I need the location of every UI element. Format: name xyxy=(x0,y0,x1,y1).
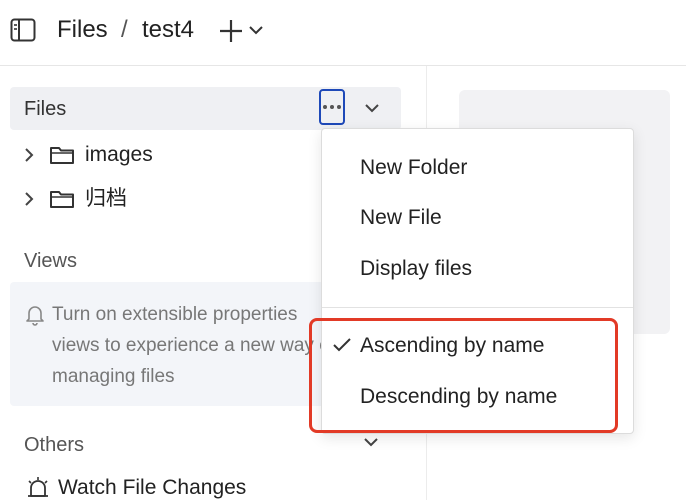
more-icon-dot xyxy=(330,105,334,109)
menu-item-label: New File xyxy=(360,206,442,229)
chevron-right-icon[interactable] xyxy=(22,147,36,163)
menu-divider xyxy=(322,307,633,308)
sidebar-toggle-icon[interactable] xyxy=(10,18,36,42)
files-section-title: Files xyxy=(24,98,67,120)
more-icon-dot xyxy=(337,105,341,109)
views-section-title: Views xyxy=(24,250,77,272)
add-dropdown-button[interactable] xyxy=(219,17,267,45)
top-bar: Files / test4 xyxy=(0,0,686,66)
more-options-button[interactable] xyxy=(319,89,345,125)
breadcrumb-files[interactable]: Files xyxy=(57,14,108,46)
breadcrumb-separator: / xyxy=(121,16,128,43)
folder-item-images[interactable]: images xyxy=(22,140,312,170)
check-icon xyxy=(333,338,351,352)
menu-item-display-files[interactable]: Display files xyxy=(322,247,633,291)
menu-item-label: Descending by name xyxy=(360,385,558,408)
menu-item-sort-ascending[interactable]: Ascending by name xyxy=(322,324,633,368)
chevron-right-icon[interactable] xyxy=(22,191,36,207)
menu-item-label: New Folder xyxy=(360,156,468,179)
chevron-down-icon[interactable] xyxy=(363,99,381,117)
folder-item-archive[interactable]: 归档 xyxy=(22,184,312,214)
menu-item-label: Display files xyxy=(360,257,473,280)
bell-icon xyxy=(26,306,44,326)
files-section-header[interactable]: Files xyxy=(10,87,401,130)
chevron-down-icon[interactable] xyxy=(362,436,380,450)
menu-item-label: Ascending by name xyxy=(360,334,545,357)
watch-file-changes-label: Watch File Changes xyxy=(58,476,247,499)
breadcrumb-current[interactable]: test4 xyxy=(142,14,194,46)
folder-label: 归档 xyxy=(85,187,127,210)
plus-icon xyxy=(220,20,242,42)
menu-item-new-file[interactable]: New File xyxy=(322,196,633,240)
folder-icon xyxy=(50,147,74,164)
alarm-icon xyxy=(28,477,48,497)
folder-icon xyxy=(50,191,74,208)
chevron-down-icon xyxy=(249,26,263,35)
menu-item-new-folder[interactable]: New Folder xyxy=(322,146,633,190)
more-icon xyxy=(323,105,327,109)
files-app: Files / test4 Files images 归档 Views Turn… xyxy=(0,0,686,500)
files-options-menu: New Folder New File Display files Ascend… xyxy=(321,128,634,434)
menu-item-sort-descending[interactable]: Descending by name xyxy=(322,375,633,419)
others-section-title: Others xyxy=(24,434,85,456)
folder-label: images xyxy=(85,143,153,166)
